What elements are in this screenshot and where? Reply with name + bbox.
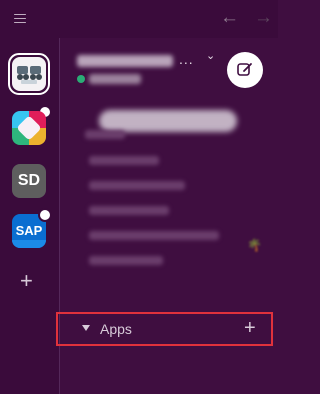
back-arrow-icon[interactable]: ←	[220, 8, 239, 28]
apps-section-label: Apps	[100, 321, 132, 337]
forward-arrow-icon[interactable]: →	[254, 8, 273, 28]
add-workspace-button[interactable]: +	[20, 269, 33, 293]
presence-dot	[77, 75, 85, 83]
blurred-row[interactable]	[89, 156, 159, 165]
blurred-highlight	[99, 110, 237, 132]
add-app-button[interactable]: +	[244, 317, 256, 339]
unread-badge	[38, 208, 52, 222]
title-bar: ← →	[0, 0, 278, 38]
blurred-row[interactable]	[89, 256, 163, 265]
workspace-sd-button[interactable]: SD	[12, 164, 46, 198]
slack-logo-icon	[16, 115, 42, 141]
blurred-row[interactable]	[89, 206, 169, 215]
workspace-rail: SD SAP +	[0, 38, 60, 394]
workspace-logo-icon	[17, 66, 42, 84]
blurred-row[interactable]	[85, 130, 125, 139]
apps-section-header[interactable]: Apps +	[56, 312, 273, 346]
caret-down-icon[interactable]	[82, 325, 90, 331]
workspace-sap-label: SAP	[15, 223, 43, 238]
compose-icon	[237, 63, 252, 76]
workspace-2-button[interactable]	[12, 111, 46, 145]
compose-button[interactable]	[227, 52, 263, 88]
palm-tree-icon: 🌴	[247, 238, 262, 252]
workspace-name-blurred[interactable]	[77, 55, 173, 67]
workspace-1-button[interactable]	[12, 57, 46, 91]
user-name-blurred	[89, 74, 141, 84]
blurred-row[interactable]	[89, 231, 219, 240]
chevron-down-icon[interactable]: ⌄	[206, 49, 215, 62]
blurred-row[interactable]	[89, 181, 185, 190]
hamburger-icon[interactable]	[14, 14, 26, 24]
workspace-name-ellipsis: ...	[179, 51, 194, 67]
